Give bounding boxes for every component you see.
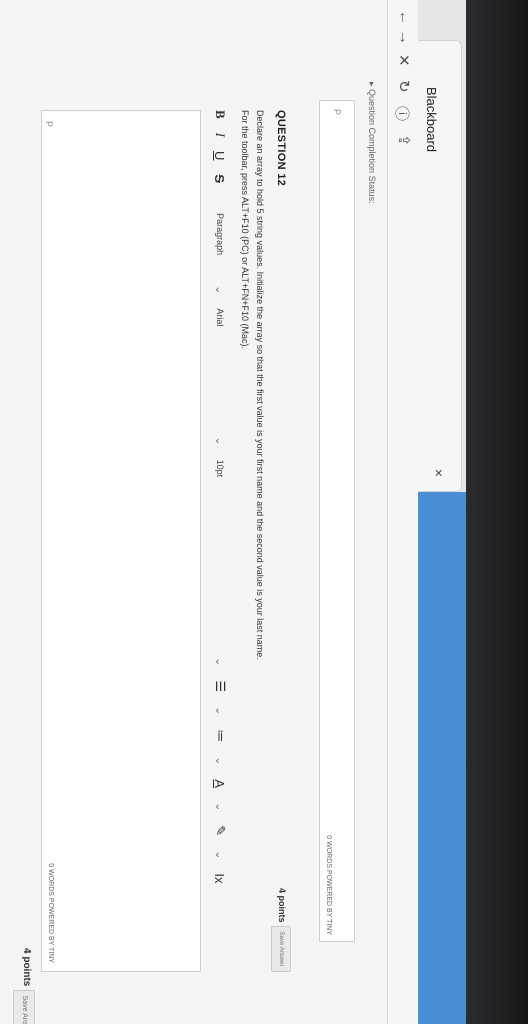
bullet-list-chevron-icon[interactable]: ⌄: [214, 706, 227, 715]
toolbar-hint: For the toolbar, press ALT+F10 (PC) or A…: [240, 110, 250, 350]
font-color-chevron-icon[interactable]: ⌄: [214, 802, 227, 811]
font-select[interactable]: Arial: [215, 308, 225, 326]
editor-wordcount: 0 WORDS POWERED BY TINY: [47, 863, 54, 963]
editor-path: P: [44, 121, 54, 128]
highlight-chevron-icon[interactable]: ⌄: [214, 850, 227, 859]
font-color-icon[interactable]: A: [213, 779, 228, 788]
strikethrough-button[interactable]: S: [213, 174, 228, 183]
numbered-list-chevron-icon[interactable]: ⌄: [214, 756, 227, 765]
underline-button[interactable]: U: [213, 151, 228, 160]
italic-button[interactable]: I: [212, 133, 228, 137]
upload-icon[interactable]: ⇪: [395, 134, 413, 147]
bullet-list-icon[interactable]: ☰: [212, 680, 228, 692]
page-content: ▸ Question Completion Status: P 0 WORDS …: [0, 0, 387, 1024]
previous-answer-path: P: [332, 109, 342, 116]
site-info-icon[interactable]: ⓘ: [392, 106, 413, 121]
monitor-bezel-side: [466, 0, 528, 1024]
browser-window: Blackboard × ← → ✕ ↻ ⓘ ⇪ ▸ Question Comp…: [0, 0, 466, 1024]
paragraph-select[interactable]: Paragraph: [215, 213, 225, 255]
question-points: 4 points: [277, 888, 287, 923]
forward-icon[interactable]: →: [396, 30, 413, 45]
question-text: Declare an array to hold 5 string values…: [255, 110, 265, 660]
close-icon[interactable]: ✕: [395, 54, 413, 67]
reload-icon[interactable]: ↻: [395, 80, 413, 93]
previous-answer-wordcount: 0 WORDS POWERED BY TINY: [325, 835, 332, 935]
browser-titlebar: Blackboard ×: [417, 0, 466, 1024]
tab-title: Blackboard: [424, 87, 439, 153]
previous-answer-box[interactable]: P 0 WORDS POWERED BY TINY: [319, 100, 355, 942]
tab-close-icon[interactable]: ×: [431, 469, 447, 477]
highlight-icon[interactable]: ✎: [212, 825, 228, 836]
next-question-points: 4 points: [21, 948, 32, 987]
numbered-list-icon[interactable]: ≔: [212, 729, 228, 742]
question-completion-status[interactable]: ▸ Question Completion Status:: [366, 82, 377, 204]
browser-tab[interactable]: Blackboard ×: [417, 40, 462, 492]
clear-format-icon[interactable]: Ix: [213, 873, 228, 883]
question-title: QUESTION 12: [275, 110, 287, 187]
next-save-answer-button[interactable]: Save Answer: [13, 990, 35, 1024]
font-chevron-icon[interactable]: ⌄: [214, 436, 227, 445]
save-answer-button[interactable]: Save Answer: [271, 926, 291, 972]
editor-toolbar: B I U S Paragraph ⌄ Arial ⌄ 10pt ⌄ ☰ ⌄ ≔…: [207, 110, 233, 970]
bold-button[interactable]: B: [212, 110, 228, 119]
paragraph-chevron-icon[interactable]: ⌄: [214, 285, 227, 294]
back-icon[interactable]: ←: [396, 10, 413, 25]
browser-accent-bar: [418, 492, 466, 1024]
font-size-select[interactable]: 10pt: [215, 460, 225, 478]
answer-editor[interactable]: P 0 WORDS POWERED BY TINY: [41, 110, 201, 972]
size-chevron-icon[interactable]: ⌄: [214, 657, 227, 666]
browser-navbar: ← → ✕ ↻ ⓘ ⇪: [387, 0, 418, 1024]
